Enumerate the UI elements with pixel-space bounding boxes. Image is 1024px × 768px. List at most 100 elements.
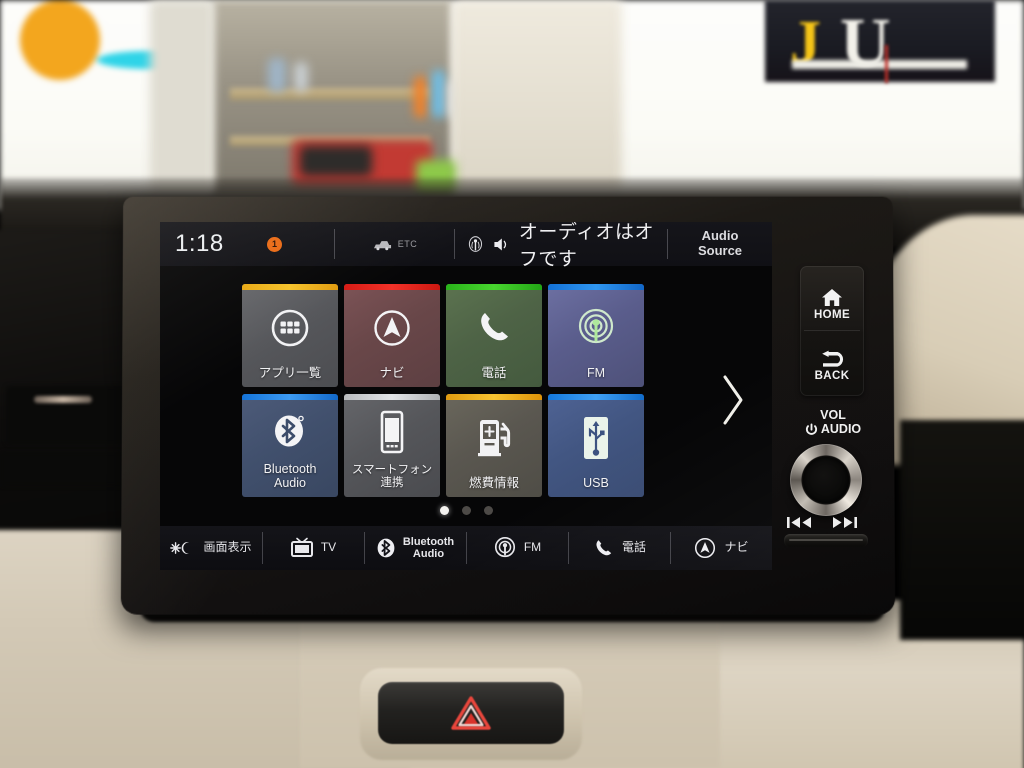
garage-bottle-b	[432, 70, 445, 118]
home-app-grid-area: アプリ一覧 ナビ 電話 FM Bluetooth Audio スマートフォン 連…	[160, 266, 772, 528]
shortcut-tv[interactable]: TV	[262, 526, 364, 570]
app-tile-label: スマートフォン 連携	[351, 464, 433, 490]
page-dot-2[interactable]	[461, 506, 471, 515]
garage-shelf-upper	[230, 88, 430, 100]
tile-accent-bar	[242, 394, 338, 400]
tile-accent-bar	[446, 394, 542, 400]
shortcut-label: 画面表示	[203, 540, 252, 555]
app-tile-usb[interactable]: USB	[548, 394, 644, 497]
shortcut-label: Bluetooth Audio	[402, 535, 455, 560]
brightness-sun-moon-icon	[170, 542, 190, 554]
tv-icon	[290, 537, 313, 557]
shortcut-label: FM	[523, 540, 542, 555]
clock-text: 1:18	[175, 230, 224, 257]
sign-letter-u: U	[840, 5, 891, 82]
app-tile-label: Bluetooth Audio	[263, 462, 317, 490]
home-icon	[822, 288, 842, 306]
skip-next-button[interactable]	[828, 512, 862, 532]
shortcut-display-settings[interactable]: 画面表示	[160, 526, 262, 570]
air-vent-left-lower	[0, 452, 140, 486]
back-arrow-icon	[822, 350, 844, 367]
shortcut-label: TV	[320, 540, 337, 555]
seek-slider[interactable]	[784, 534, 868, 547]
vent-chrome-trim	[34, 396, 92, 403]
shortcut-label: ナビ	[724, 540, 749, 555]
shortcut-label: 電話	[621, 540, 646, 555]
radio-broadcast-icon	[494, 537, 515, 558]
back-button[interactable]: BACK	[800, 334, 864, 398]
usb-icon	[548, 394, 644, 476]
page-dot-3[interactable]	[483, 506, 493, 515]
app-tile-fm-radio[interactable]: FM	[548, 284, 644, 387]
audio-source-line2: Source	[697, 243, 743, 258]
app-tile-bluetooth-audio[interactable]: Bluetooth Audio	[242, 394, 338, 497]
app-tile-label: アプリ一覧	[258, 366, 322, 380]
sign-subtext	[792, 60, 967, 69]
shortcut-bar: 画面表示 TV Bluetooth Audio FM 電話 ナビ	[160, 526, 772, 570]
tile-accent-bar	[344, 284, 440, 290]
app-tile-smartphone-link[interactable]: スマートフォン 連携	[344, 394, 440, 497]
status-bar: 1:18 1 ETC オーディオはオフです Audio Source	[160, 222, 772, 270]
notification-badge-cell[interactable]: 1	[259, 222, 335, 266]
smartphone-icon	[344, 394, 440, 464]
vol-label-line1: VOL	[820, 408, 846, 422]
app-tile-label: 燃費情報	[468, 476, 519, 490]
shortcut-phone[interactable]: 電話	[568, 526, 670, 570]
apps-grid-icon	[242, 284, 338, 366]
app-tile-apps[interactable]: アプリ一覧	[242, 284, 338, 387]
skip-previous-icon	[787, 516, 811, 528]
home-button[interactable]: HOME	[800, 272, 864, 336]
app-tile-label: FM	[586, 366, 606, 380]
notification-badge: 1	[267, 236, 282, 252]
app-tile-phone[interactable]: 電話	[446, 284, 542, 387]
back-button-label: BACK	[814, 370, 850, 382]
audio-source-line1: Audio	[701, 228, 739, 244]
power-icon	[805, 423, 817, 435]
bluetooth-icon	[242, 394, 338, 462]
garage-tool-a	[268, 58, 286, 92]
clock: 1:18	[160, 222, 259, 266]
audio-status-message: オーディオはオフです	[518, 222, 655, 270]
status-indicator-group: ETC	[335, 222, 455, 266]
bluetooth-icon	[377, 538, 395, 558]
app-tile-navigation[interactable]: ナビ	[344, 284, 440, 387]
navigation-compass-icon	[344, 284, 440, 366]
home-app-grid: アプリ一覧 ナビ 電話 FM Bluetooth Audio スマートフォン 連…	[242, 284, 644, 497]
vol-label-line2: AUDIO	[820, 422, 862, 436]
volume-knob-face	[803, 457, 849, 503]
speaker-icon	[494, 238, 507, 250]
skip-previous-button[interactable]	[782, 512, 816, 532]
notification-count: 1	[271, 239, 277, 249]
audio-source-button[interactable]: Audio Source	[668, 222, 772, 266]
shortcut-navigation[interactable]: ナビ	[670, 526, 772, 570]
garage-tool-b	[294, 62, 308, 92]
app-tile-label: 電話	[481, 366, 507, 380]
sign-red-stripe	[885, 45, 888, 83]
hazard-button[interactable]	[378, 682, 564, 744]
garage-bottle-a	[414, 76, 427, 118]
tile-accent-bar	[548, 284, 644, 290]
car-interior-scene: J U HOME BACK VOL AUDIO 1:18 1 ETC オーディオ…	[0, 0, 1024, 768]
garage-left-wall	[150, 0, 214, 195]
volume-knob[interactable]	[790, 444, 862, 516]
shortcut-bluetooth-audio[interactable]: Bluetooth Audio	[364, 526, 466, 570]
chevron-right-icon	[723, 375, 743, 425]
dashboard-right-vent-housing	[900, 420, 1024, 640]
navigation-compass-icon	[695, 537, 716, 559]
page-indicator	[160, 506, 772, 515]
volume-knob-label: VOL AUDIO	[793, 408, 873, 436]
tile-accent-bar	[446, 284, 542, 290]
tile-accent-bar	[242, 284, 338, 290]
infotainment-screen: 1:18 1 ETC オーディオはオフです Audio Source アプリ一覧…	[160, 222, 772, 570]
phone-handset-icon	[446, 284, 542, 366]
page-dot-1[interactable]	[439, 506, 449, 515]
shortcut-fm[interactable]: FM	[466, 526, 568, 570]
app-tile-label: USB	[583, 476, 609, 490]
audio-status-message-area: オーディオはオフです	[455, 222, 668, 270]
hazard-triangle-icon	[451, 696, 491, 730]
app-tile-fuel-economy[interactable]: 燃費情報	[446, 394, 542, 497]
next-page-button[interactable]	[718, 374, 748, 426]
garage-dark-box	[300, 146, 372, 176]
app-tile-label: ナビ	[379, 366, 405, 380]
tile-accent-bar	[344, 394, 440, 400]
